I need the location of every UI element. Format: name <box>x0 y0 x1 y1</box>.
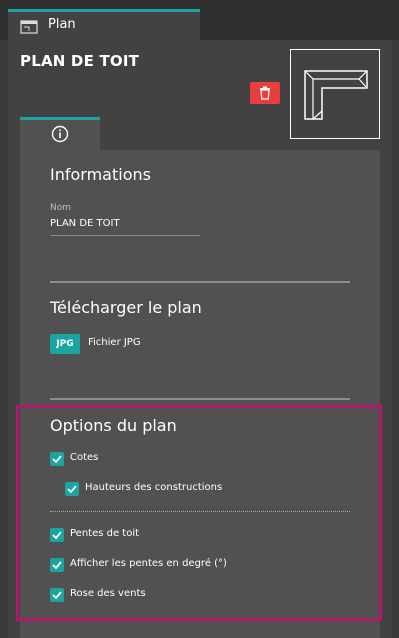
plan-icon <box>20 19 38 34</box>
name-input[interactable]: PLAN DE TOIT <box>50 218 200 229</box>
dotted-divider <box>50 511 350 512</box>
options-title: Options du plan <box>50 416 177 435</box>
jpg-download-button[interactable]: JPG <box>50 334 80 354</box>
checkmark-icon <box>52 561 62 569</box>
checkmark-icon <box>67 485 77 493</box>
roof-plan-icon <box>304 70 368 120</box>
divider <box>50 398 350 400</box>
cotes-checkbox[interactable] <box>50 452 64 466</box>
checkmark-icon <box>52 591 62 599</box>
name-input-underline <box>50 235 200 236</box>
info-icon <box>51 125 69 143</box>
rose-des-vents-label: Rose des vents <box>70 588 146 599</box>
cotes-label: Cotes <box>70 452 99 463</box>
tab-plan-label: Plan <box>48 17 76 32</box>
informations-title: Informations <box>50 165 151 184</box>
hauteurs-checkbox[interactable] <box>65 482 79 496</box>
download-title: Télécharger le plan <box>50 298 202 317</box>
checkmark-icon <box>52 531 62 539</box>
pentes-degre-label: Afficher les pentes en degré (°) <box>70 558 227 569</box>
tab-plan[interactable]: Plan <box>8 9 200 40</box>
name-label: Nom <box>50 203 72 213</box>
rose-des-vents-checkbox[interactable] <box>50 588 64 602</box>
trash-icon <box>260 86 270 100</box>
pentes-degre-checkbox[interactable] <box>50 558 64 572</box>
checkmark-icon <box>52 455 62 463</box>
tab-informations[interactable] <box>20 117 100 150</box>
jpg-download-label[interactable]: Fichier JPG <box>88 337 141 348</box>
plan-thumbnail[interactable] <box>290 49 380 139</box>
hauteurs-label: Hauteurs des constructions <box>85 482 223 493</box>
delete-button[interactable] <box>250 82 280 104</box>
page-title: PLAN DE TOIT <box>20 52 140 70</box>
pentes-checkbox[interactable] <box>50 528 64 542</box>
pentes-label: Pentes de toit <box>70 528 140 539</box>
divider <box>50 281 350 283</box>
